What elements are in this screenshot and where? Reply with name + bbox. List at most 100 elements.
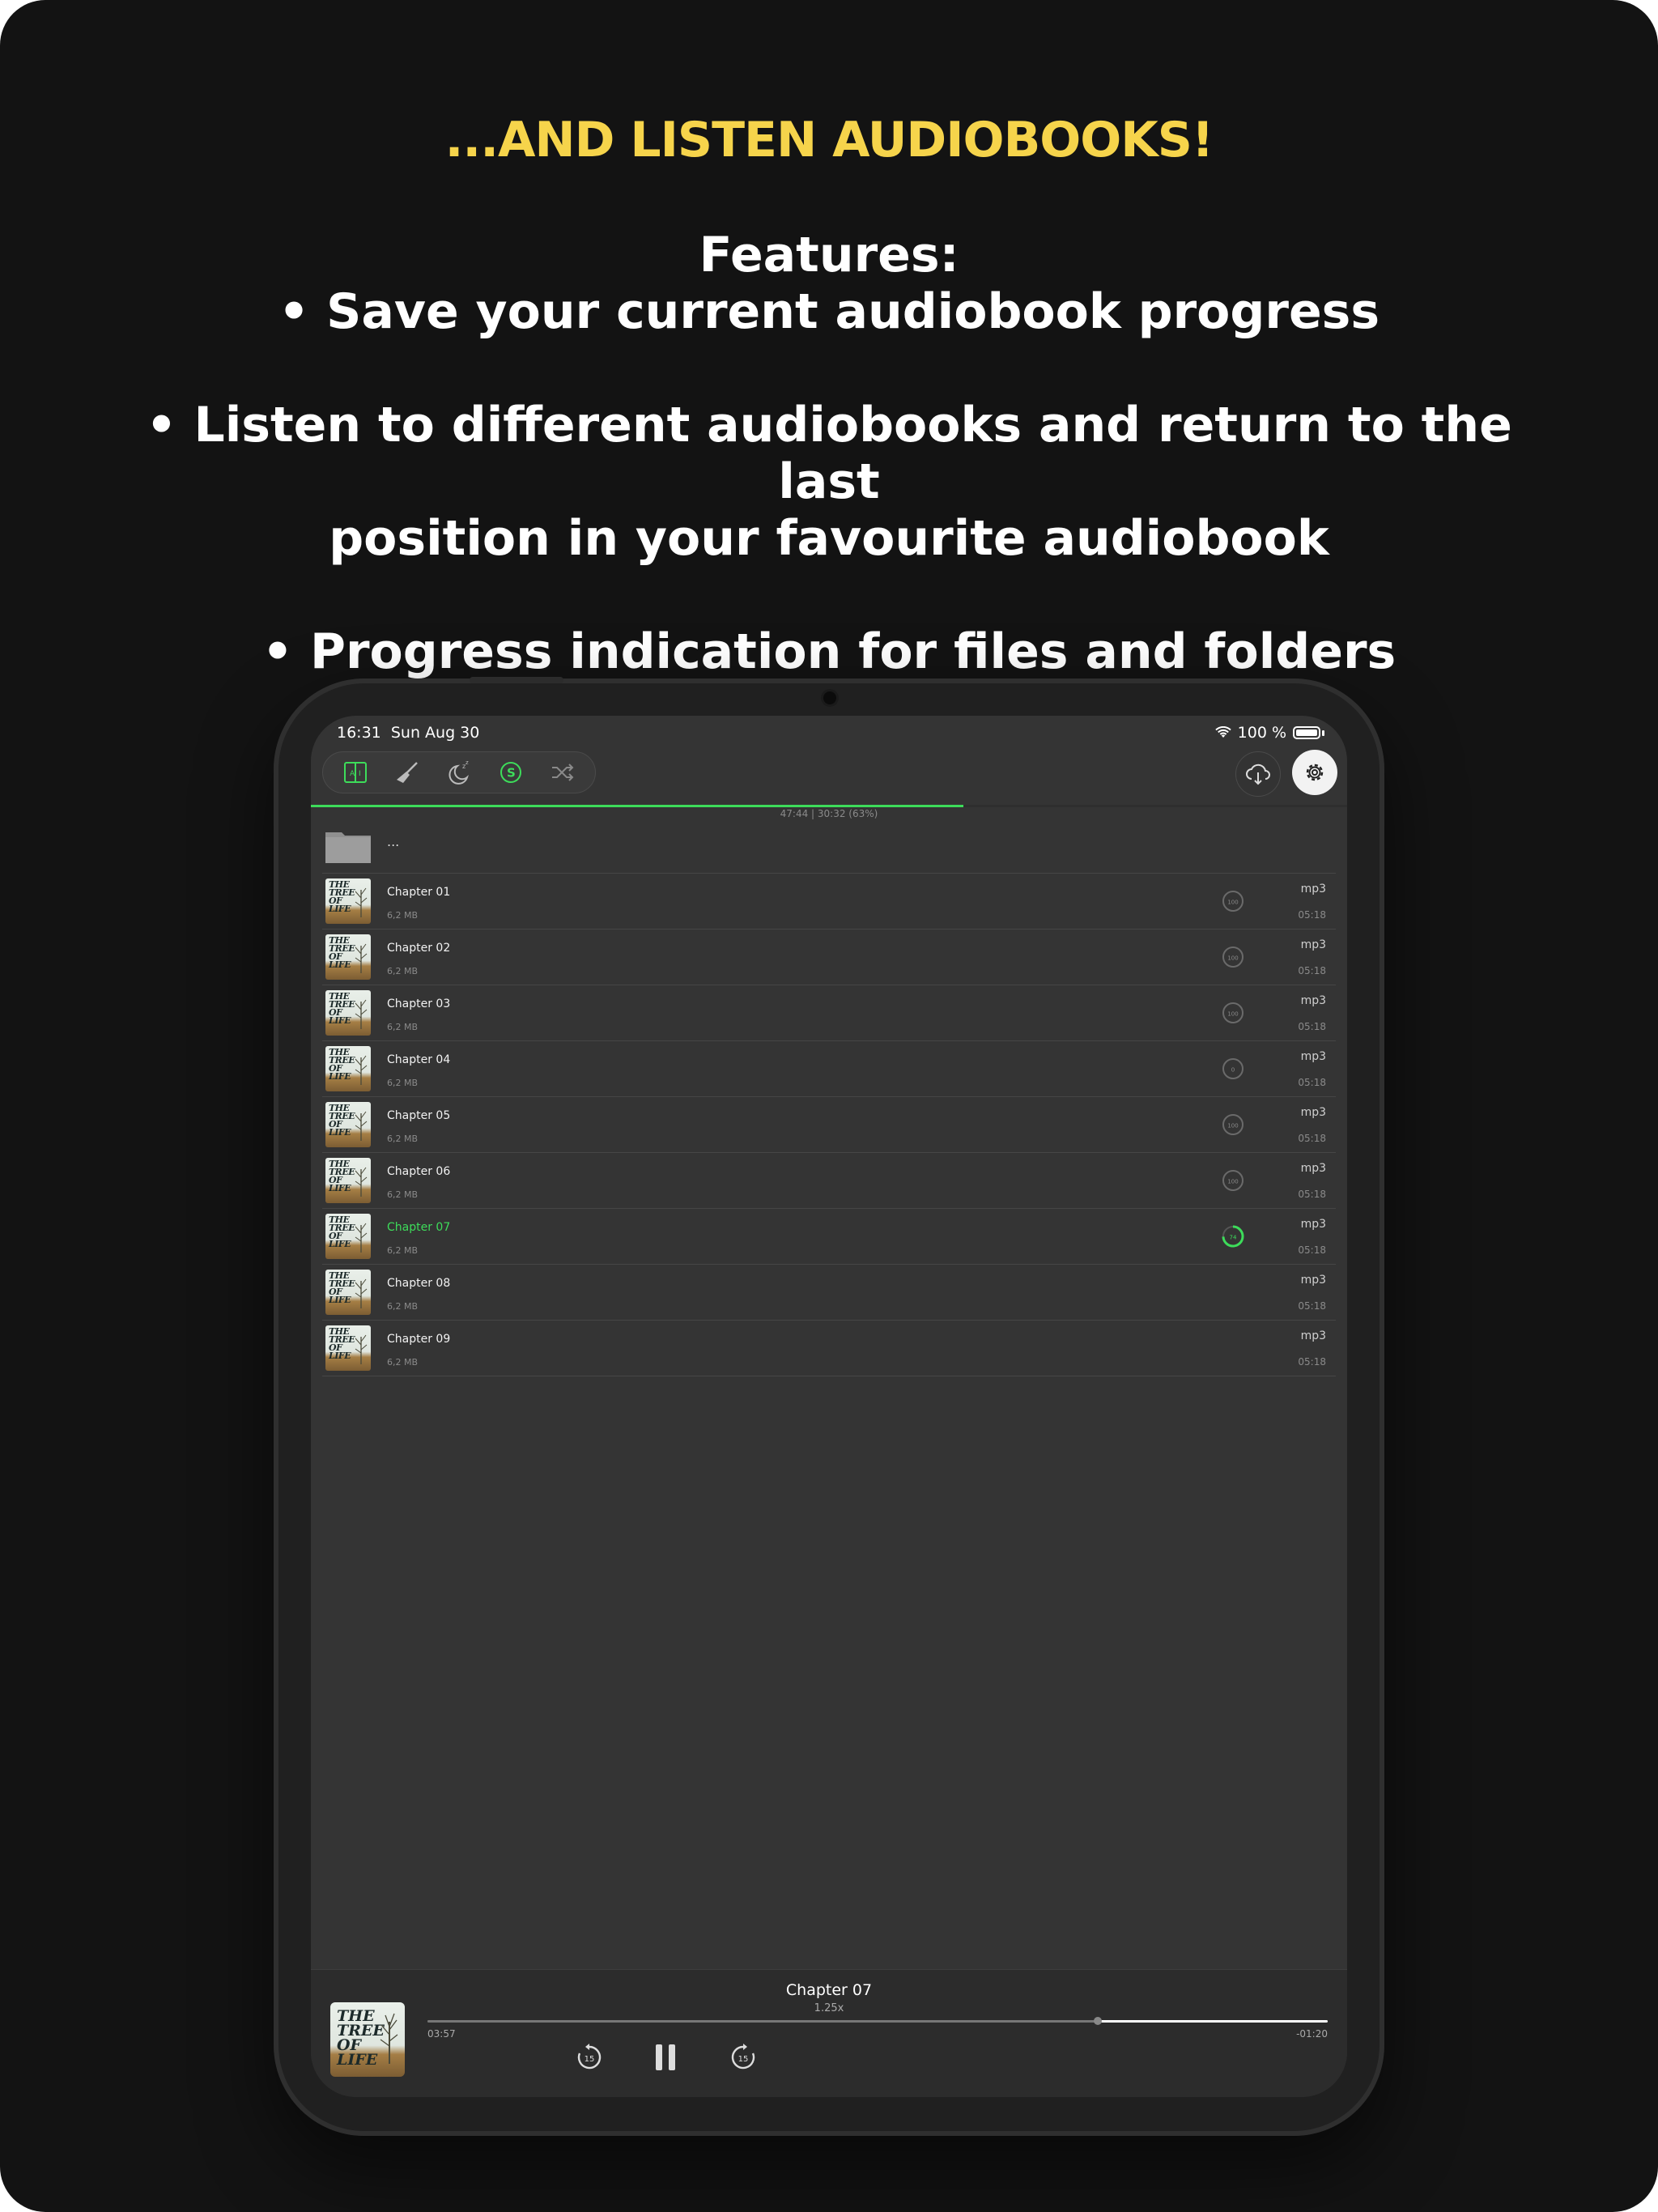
now-playing-bar: THE TREE OF LIFE Chapter 07 1.25x 03:57 -01… [311,1969,1347,2097]
sleep-timer-icon[interactable]: zz [443,756,475,789]
settings-button[interactable] [1292,750,1337,795]
folder-up-label: ... [387,834,400,849]
file-row[interactable]: THE TREE OF LIFE Chapter 04 6,2 MB 0 mp3 05:18 [322,1041,1336,1097]
scrubber-knob[interactable] [1094,2017,1103,2025]
elapsed-time: 03:57 [427,2028,456,2040]
file-row[interactable]: THE TREE OF LIFE Chapter 02 6,2 MB 100 mp3 05:18 [322,929,1336,985]
feature-item-3: • Progress indication for files and fold… [261,623,1397,680]
file-extension: mp3 [1300,1162,1326,1175]
thumbnail-title: THE TREE OF LIFE [329,1326,355,1361]
file-size: 6,2 MB [387,1134,419,1144]
file-extension: mp3 [1300,1106,1326,1119]
thumbnail-title: THE TREE OF LIFE [329,1159,355,1193]
file-row[interactable]: THE TREE OF LIFE Chapter 01 6,2 MB 100 mp3 05:18 [322,874,1336,929]
file-cover-thumbnail: THE TREE OF LIFE [325,1158,371,1203]
wifi-icon [1214,726,1231,738]
file-title: Chapter 07 [387,1221,451,1234]
file-cover-thumbnail: THE TREE OF LIFE [325,990,371,1036]
thumbnail-title: THE TREE OF LIFE [329,879,355,914]
svg-text:74: 74 [1230,1235,1237,1241]
file-progress-ring: 74 [1222,1225,1244,1248]
svg-text:15: 15 [585,2055,595,2064]
file-title: Chapter 04 [387,1053,451,1066]
file-list: ... THE TREE OF LIFE Chapter 01 6,2 MB 100 mp3 0… [322,819,1336,1376]
file-extension: mp3 [1300,994,1326,1007]
svg-text:I: I [359,770,361,778]
overall-progress-fill [311,805,964,807]
scrubber-remaining [1098,2020,1328,2023]
now-playing-title: Chapter 07 [785,1981,873,1999]
thumbnail-title: THE TREE OF LIFE [329,1047,355,1082]
features-heading: Features: [699,227,959,283]
svg-text:100: 100 [1227,1179,1238,1185]
file-title: Chapter 02 [387,942,451,955]
file-size: 6,2 MB [387,1078,419,1088]
cloud-download-button[interactable] [1235,751,1281,797]
file-extension: mp3 [1300,938,1326,951]
skip-back-button[interactable]: 15 [572,2040,607,2075]
cloud-download-icon [1246,764,1270,785]
file-row[interactable]: THE TREE OF LIFE Chapter 06 6,2 MB 100 mp3 05:18 [322,1153,1336,1209]
file-row[interactable]: THE TREE OF LIFE Chapter 08 6,2 MB mp3 05:18 [322,1265,1336,1321]
tree-icon [355,999,368,1029]
battery-percent: 100 % [1237,724,1286,742]
file-duration: 05:18 [1298,909,1326,921]
tree-icon [355,1278,368,1308]
thumbnail-title: THE TREE OF LIFE [329,1103,355,1138]
pause-icon [656,2044,675,2070]
playback-scrubber[interactable] [427,2017,1328,2025]
folder-icon [325,832,371,863]
overall-progress-bar [311,805,1347,807]
status-right: 100 % [1214,724,1324,742]
file-duration: 05:18 [1298,1021,1326,1032]
tree-icon [355,887,368,917]
file-cover-thumbnail: THE TREE OF LIFE [325,1325,371,1371]
file-progress-ring: 100 [1222,1002,1244,1023]
file-row[interactable]: THE TREE OF LIFE Chapter 07 6,2 MB 74 mp3 05:18 [322,1209,1336,1265]
shuffle-icon[interactable] [546,756,579,789]
book-icon[interactable]: AI [339,756,372,789]
file-title: Chapter 08 [387,1277,451,1290]
tree-icon [380,2013,398,2064]
file-extension: mp3 [1300,1274,1326,1287]
file-extension: mp3 [1300,883,1326,895]
file-size: 6,2 MB [387,1301,419,1312]
skip-forward-button[interactable]: 15 [725,2040,761,2075]
thumbnail-title: THE TREE OF LIFE [329,935,355,970]
playback-speed[interactable]: 1.25x [311,2002,1347,2014]
tree-icon [355,1111,368,1141]
tree-icon [355,1167,368,1197]
file-extension: mp3 [1300,1329,1326,1342]
thumbnail-title: THE TREE OF LIFE [329,991,355,1026]
toolbar-pill: AI zz S [322,751,596,793]
file-title: Chapter 09 [387,1333,451,1346]
broom-icon[interactable] [391,756,423,789]
svg-text:100: 100 [1227,1011,1238,1018]
file-progress-ring: 0 [1222,1058,1244,1079]
file-row[interactable]: THE TREE OF LIFE Chapter 05 6,2 MB 100 mp3 05:18 [322,1097,1336,1153]
pause-button[interactable] [648,2040,683,2075]
app-screen: 16:31 Sun Aug 30 100 % AI zz S 47:44 | 3… [311,716,1347,2097]
folder-up-row[interactable]: ... [322,819,1336,874]
file-duration: 05:18 [1298,965,1326,976]
svg-text:100: 100 [1227,1123,1238,1129]
tree-icon [355,943,368,973]
feature-item-2-line-2: position in your favourite audiobook [329,510,1329,567]
file-row[interactable]: THE TREE OF LIFE Chapter 03 6,2 MB 100 mp3 05:18 [322,985,1336,1041]
file-title: Chapter 06 [387,1165,451,1178]
file-size: 6,2 MB [387,910,419,921]
svg-text:15: 15 [738,2055,749,2064]
file-cover-thumbnail: THE TREE OF LIFE [325,1270,371,1315]
skip-back-15-icon: 15 [577,2044,602,2069]
svg-text:0: 0 [1231,1067,1235,1074]
feature-item-2-line-1: • Listen to different audiobooks and ret… [146,397,1512,510]
svg-text:S: S [507,766,516,781]
features-text: Features: • Save your current audiobook … [130,227,1528,680]
file-row[interactable]: THE TREE OF LIFE Chapter 09 6,2 MB mp3 05:18 [322,1321,1336,1376]
file-size: 6,2 MB [387,966,419,976]
promo-canvas: ...AND LISTEN AUDIOBOOKS! Features: • Sa… [0,0,1658,2212]
file-size: 6,2 MB [387,1022,419,1032]
dollar-circle-icon[interactable]: S [495,756,527,789]
file-title: Chapter 01 [387,886,451,899]
file-cover-thumbnail: THE TREE OF LIFE [325,1214,371,1259]
